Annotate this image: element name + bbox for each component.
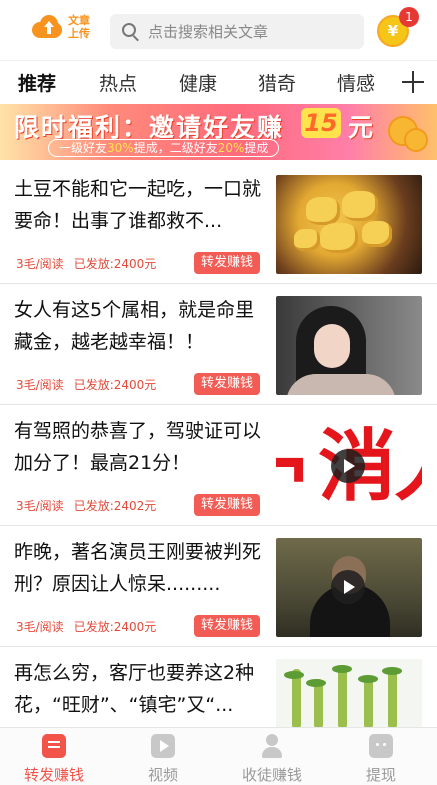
article-title[interactable]: 昨晚，著名演员王刚要被判死 刑？原因让人惊呆......... xyxy=(14,536,268,600)
coins-icon xyxy=(384,110,428,154)
search-placeholder: 点击搜索相关文章 xyxy=(148,23,269,41)
article-meta: 3毛/阅读 已发放:2400元 xyxy=(16,376,156,393)
article-title[interactable]: 再怎么穷，客厅也要养这2种花，“旺财”、“镇宅”又“... xyxy=(14,657,268,721)
nav-withdraw[interactable]: 提现 xyxy=(331,730,431,785)
video-icon xyxy=(151,734,175,758)
share-earn-icon xyxy=(42,734,66,758)
nav-label: 收徒赚钱 xyxy=(241,766,302,784)
article-thumbnail[interactable]: ¬ 消 人 xyxy=(276,417,422,516)
banner-subtitle: 一级好友30%提成，二级好友20%提成 xyxy=(48,139,280,157)
category-tabs: 推荐 热点 健康 猎奇 情感 xyxy=(0,60,437,104)
banner-unit: 元 xyxy=(348,113,374,142)
search-icon xyxy=(122,22,140,41)
article-rate: 3毛/阅读 xyxy=(16,378,64,392)
nav-recruit[interactable]: 收徒赚钱 xyxy=(222,730,322,785)
add-tab-icon[interactable] xyxy=(400,69,426,95)
tab-health[interactable]: 健康 xyxy=(179,69,217,96)
banner-amount: 15 xyxy=(301,108,341,138)
article-item[interactable]: 土豆不能和它一起吃，一口就要命！出事了谁都救不... 3毛/阅读 已发放:240… xyxy=(0,163,437,284)
tab-emotion[interactable]: 情感 xyxy=(337,69,375,96)
banner-rate-level1: 30% xyxy=(107,141,134,155)
recruit-icon xyxy=(260,734,284,758)
article-thumbnail[interactable] xyxy=(276,296,422,395)
app-header: 文章上传 点击搜索相关文章 ¥ 1 xyxy=(0,0,437,60)
search-bar[interactable]: 点击搜索相关文章 xyxy=(110,14,364,49)
nav-label: 转发赚钱 xyxy=(23,766,84,784)
article-upload-button[interactable]: 文章上传 xyxy=(28,14,94,40)
article-thumbnail[interactable] xyxy=(276,175,422,274)
article-rate: 3毛/阅读 xyxy=(16,620,64,634)
nav-label: 视频 xyxy=(147,766,178,784)
promo-banner[interactable]: 限时福利：邀请好友赚 15 元 一级好友30%提成，二级好友20%提成 xyxy=(0,104,437,160)
nav-video[interactable]: 视频 xyxy=(113,730,213,785)
play-icon[interactable] xyxy=(331,570,365,604)
play-icon[interactable] xyxy=(331,449,365,483)
tab-curiosity[interactable]: 猎奇 xyxy=(258,69,296,96)
article-item[interactable]: 昨晚，著名演员王刚要被判死 刑？原因让人惊呆......... 3毛/阅读 已发… xyxy=(0,526,437,647)
cloud-upload-icon xyxy=(28,14,64,40)
article-thumbnail[interactable] xyxy=(276,538,422,637)
article-title[interactable]: 土豆不能和它一起吃，一口就要命！出事了谁都救不... xyxy=(14,173,268,237)
article-meta: 3毛/阅读 已发放:2402元 xyxy=(16,497,156,514)
banner-sub-text: 提成，二级好友 xyxy=(133,141,218,155)
article-item[interactable]: 女人有这5个属相，就是命里藏金，越老越幸福！！ 3毛/阅读 已发放:2400元 … xyxy=(0,284,437,405)
coin-wallet-button[interactable]: ¥ 1 xyxy=(377,7,419,49)
article-paid: 已发放:2402元 xyxy=(73,499,157,513)
banner-sub-text: 提成 xyxy=(244,141,269,155)
article-thumbnail[interactable] xyxy=(276,659,422,729)
article-item[interactable]: 有驾照的恭喜了，驾驶证可以加分了！最高21分！ 3毛/阅读 已发放:2402元 … xyxy=(0,405,437,526)
article-title[interactable]: 有驾照的恭喜了，驾驶证可以加分了！最高21分！ xyxy=(14,415,268,479)
share-earn-button[interactable]: 转发赚钱 xyxy=(194,615,261,637)
tab-recommend[interactable]: 推荐 xyxy=(18,69,56,96)
article-meta: 3毛/阅读 已发放:2400元 xyxy=(16,618,156,635)
article-meta: 3毛/阅读 已发放:2400元 xyxy=(16,255,156,272)
article-paid: 已发放:2400元 xyxy=(73,620,157,634)
share-earn-button[interactable]: 转发赚钱 xyxy=(194,252,261,274)
article-title[interactable]: 女人有这5个属相，就是命里藏金，越老越幸福！！ xyxy=(14,294,268,358)
article-feed: 土豆不能和它一起吃，一口就要命！出事了谁都救不... 3毛/阅读 已发放:240… xyxy=(0,163,437,729)
share-earn-button[interactable]: 转发赚钱 xyxy=(194,373,261,395)
withdraw-icon xyxy=(369,734,393,758)
nav-label: 提现 xyxy=(365,766,396,784)
article-paid: 已发放:2400元 xyxy=(73,378,157,392)
banner-rate-level2: 20% xyxy=(217,141,245,155)
article-rate: 3毛/阅读 xyxy=(16,499,64,513)
article-item[interactable]: 再怎么穷，客厅也要养这2种花，“旺财”、“镇宅”又“... xyxy=(0,647,437,729)
tab-hot[interactable]: 热点 xyxy=(99,69,137,96)
article-rate: 3毛/阅读 xyxy=(16,257,64,271)
article-paid: 已发放:2400元 xyxy=(73,257,157,271)
share-earn-button[interactable]: 转发赚钱 xyxy=(194,494,261,516)
bottom-navigation: 转发赚钱 视频 收徒赚钱 提现 xyxy=(0,727,437,785)
banner-sub-text: 一级好友 xyxy=(59,141,108,155)
nav-share-earn[interactable]: 转发赚钱 xyxy=(4,730,104,785)
upload-label: 文章上传 xyxy=(68,14,90,40)
notification-badge: 1 xyxy=(399,7,419,27)
